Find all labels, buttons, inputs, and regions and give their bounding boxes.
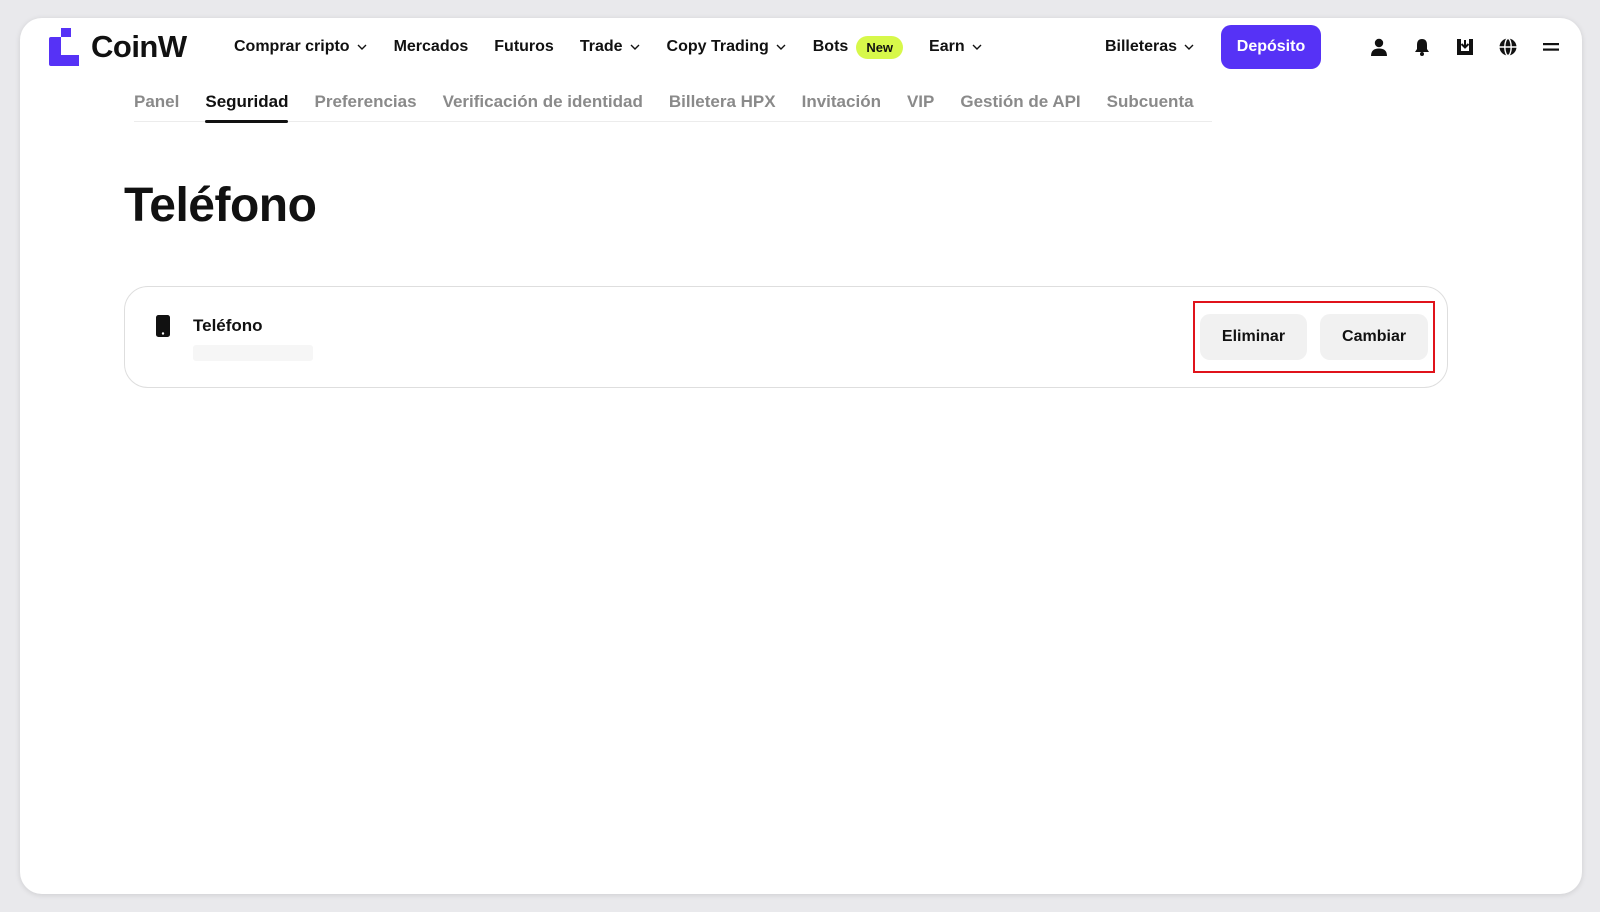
top-navigation-bar: CoinW Comprar cripto Mercados Futuros Tr… (20, 18, 1582, 76)
nav-item-comprar-cripto[interactable]: Comprar cripto (234, 38, 368, 56)
tab-subcuenta[interactable]: Subcuenta (1107, 88, 1194, 122)
nav-item-bots[interactable]: Bots New (812, 35, 904, 59)
nav-item-futuros[interactable]: Futuros (494, 38, 554, 56)
nav-item-trade[interactable]: Trade (580, 38, 641, 56)
phone-label: Teléfono (193, 316, 263, 335)
nav-item-label: Copy Trading (666, 38, 769, 55)
menu-icon[interactable] (1540, 36, 1562, 58)
nav-item-label: Earn (929, 38, 965, 55)
tab-billetera-hpx[interactable]: Billetera HPX (669, 88, 776, 122)
chevron-down-icon (972, 44, 982, 50)
app-window: CoinW Comprar cripto Mercados Futuros Tr… (20, 18, 1582, 894)
nav-item-label: Futuros (494, 38, 554, 55)
nav-item-mercados[interactable]: Mercados (394, 38, 469, 56)
brand-name: CoinW (91, 29, 187, 64)
tab-vip[interactable]: VIP (907, 88, 934, 122)
tab-panel[interactable]: Panel (134, 88, 179, 122)
deposit-button[interactable]: Depósito (1221, 25, 1321, 69)
nav-item-label: Comprar cripto (234, 38, 350, 55)
tab-seguridad[interactable]: Seguridad (205, 88, 289, 123)
bell-icon[interactable] (1411, 36, 1433, 58)
delete-phone-button[interactable]: Eliminar (1199, 314, 1308, 360)
chevron-down-icon (1184, 44, 1194, 50)
download-icon[interactable] (1454, 36, 1476, 58)
chevron-down-icon (776, 44, 786, 50)
page-title: Teléfono (124, 179, 317, 232)
tab-gestion-api[interactable]: Gestión de API (960, 88, 1080, 122)
phone-actions-highlight: Eliminar Cambiar (1193, 301, 1435, 373)
nav-item-copy-trading[interactable]: Copy Trading (667, 38, 787, 56)
nav-right-area: Billeteras Depósito (1105, 18, 1562, 76)
account-subtabs: Panel Seguridad Preferencias Verificació… (134, 88, 1212, 123)
change-phone-button[interactable]: Cambiar (1320, 314, 1429, 360)
coinw-logo-icon (49, 28, 79, 66)
coinw-logo[interactable]: CoinW (47, 28, 187, 66)
phone-number-value (193, 345, 313, 361)
nav-item-label: Mercados (393, 38, 469, 55)
nav-item-label: Trade (579, 38, 623, 55)
tab-verificacion-identidad[interactable]: Verificación de identidad (443, 88, 643, 122)
user-icon[interactable] (1368, 36, 1390, 58)
tab-invitacion[interactable]: Invitación (802, 88, 881, 122)
phone-settings-card: Teléfono Eliminar Cambiar (124, 286, 1448, 388)
new-badge: New (856, 35, 904, 59)
main-nav: Comprar cripto Mercados Futuros Trade Co… (234, 18, 1009, 76)
nav-item-label: Bots (812, 38, 849, 55)
wallets-dropdown[interactable]: Billeteras (1105, 38, 1195, 56)
tab-preferencias[interactable]: Preferencias (314, 88, 416, 122)
chevron-down-icon (630, 44, 640, 50)
globe-icon[interactable] (1497, 36, 1519, 58)
nav-item-earn[interactable]: Earn (929, 38, 983, 56)
chevron-down-icon (357, 44, 367, 50)
wallets-label: Billeteras (1104, 38, 1177, 55)
phone-icon (156, 315, 170, 337)
